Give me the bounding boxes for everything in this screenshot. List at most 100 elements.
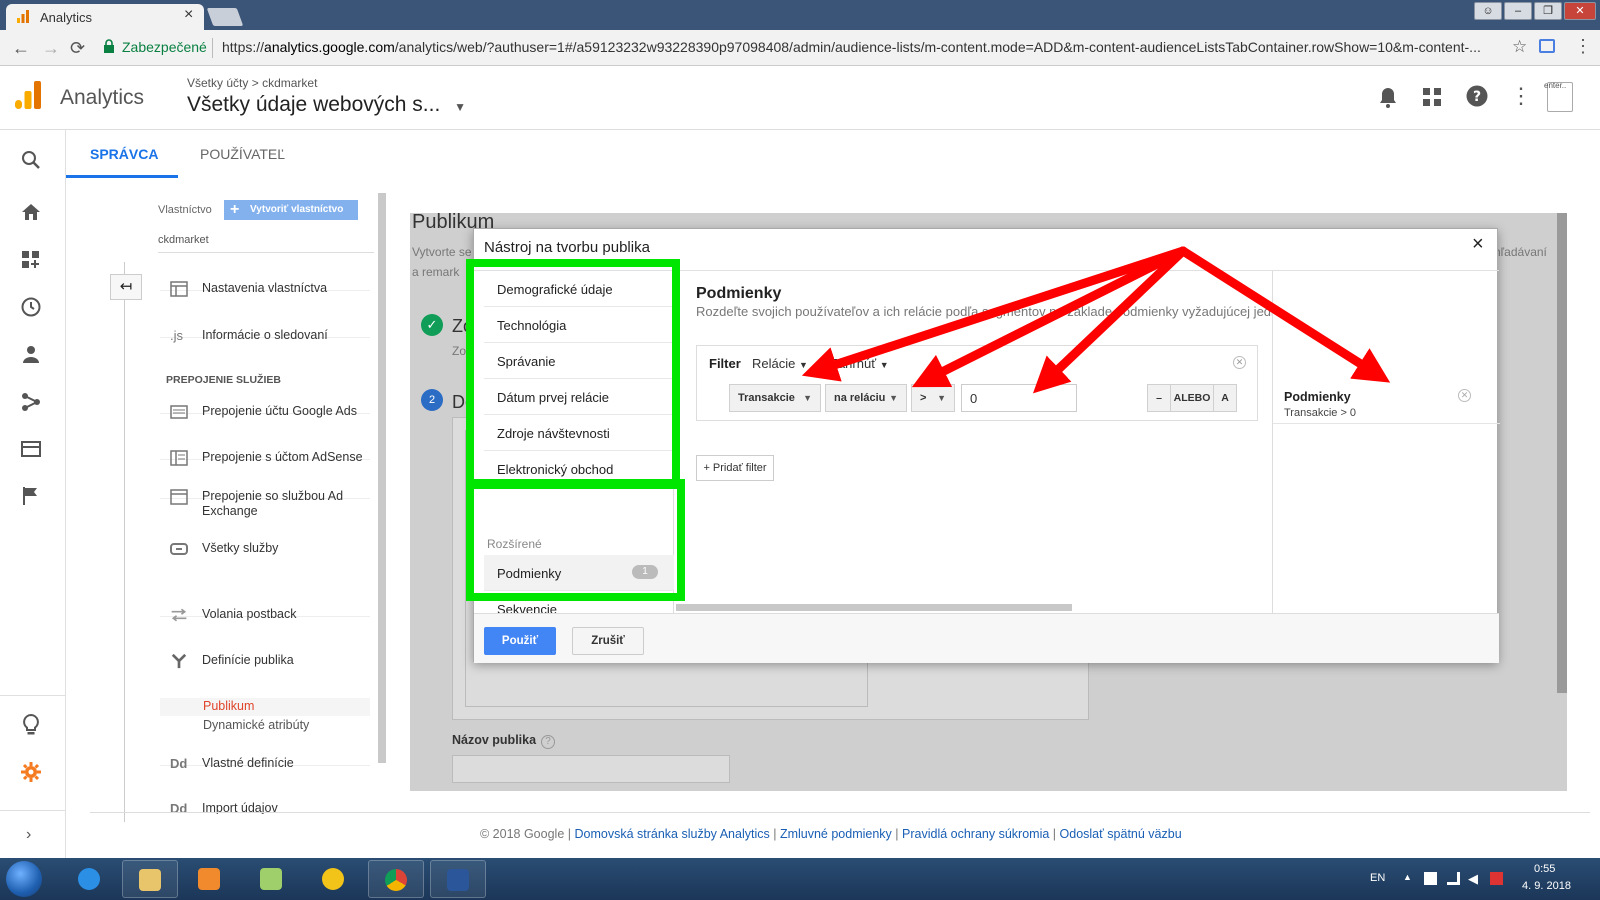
filter-scope-select[interactable]: Relácie ▼: [752, 356, 808, 371]
main-scrollbar[interactable]: [1557, 213, 1567, 693]
create-property-button[interactable]: + Vytvoriť vlastníctvo: [224, 200, 358, 220]
tray-expand-icon[interactable]: ▲: [1403, 872, 1412, 882]
adsense-linking-label: Prepojenie s účtom AdSense: [202, 450, 363, 464]
horizontal-scrollbar[interactable]: [676, 604, 1072, 611]
filter-scope-value: Relácie: [752, 356, 796, 371]
address-separator: [212, 38, 213, 58]
maximize-window-icon[interactable]: ❐: [1534, 2, 1562, 20]
property-label: Vlastníctvo: [158, 204, 212, 216]
chrome-icon[interactable]: [368, 860, 424, 898]
transfer-app-icon[interactable]: [306, 860, 362, 898]
clock-date[interactable]: 4. 9. 2018: [1522, 880, 1571, 892]
tracking-info-item[interactable]: .js Informácie o sledovaní: [160, 328, 370, 343]
new-tab-button[interactable]: [206, 8, 244, 26]
filter-include-select[interactable]: Zahrnúť ▼: [830, 356, 889, 371]
reload-icon[interactable]: ⟳: [70, 38, 85, 59]
remove-filter-icon[interactable]: ✕: [1233, 356, 1246, 369]
clock-time[interactable]: 0:55: [1534, 863, 1555, 875]
apply-button[interactable]: Použiť: [484, 627, 556, 655]
notifications-bell-icon[interactable]: [1378, 86, 1398, 108]
more-vert-icon[interactable]: ⋮: [1510, 83, 1532, 109]
footer-link-privacy[interactable]: Pravidlá ochrany súkromia: [902, 827, 1049, 841]
tab-user[interactable]: POUŽÍVATEĽ: [200, 146, 285, 162]
lightbulb-icon[interactable]: [21, 714, 41, 736]
home-icon[interactable]: [21, 202, 41, 222]
help-icon[interactable]: ?: [1466, 85, 1488, 107]
ie-icon[interactable]: [62, 860, 118, 898]
acquisition-icon[interactable]: [21, 392, 41, 412]
add-filter-button[interactable]: + Pridať filter: [696, 455, 774, 481]
media-player-icon[interactable]: [182, 860, 238, 898]
filter-label: Filter: [709, 356, 741, 371]
dynamic-attributes-sub-item[interactable]: Dynamické atribúty: [203, 718, 309, 732]
metric-select[interactable]: Transakcie ▼: [729, 384, 821, 412]
operator-select[interactable]: > ▼: [911, 384, 955, 412]
security-tray-icon[interactable]: [1490, 872, 1503, 885]
audience-person-icon[interactable]: [21, 344, 41, 364]
help-circle-icon[interactable]: ?: [541, 735, 556, 749]
customization-icon[interactable]: [21, 250, 41, 270]
modal-close-icon[interactable]: ×: [1472, 233, 1484, 256]
explorer-folder-icon[interactable]: [122, 860, 178, 898]
extension-icon[interactable]: [1539, 39, 1555, 53]
browser-menu-icon[interactable]: ⋮: [1574, 36, 1592, 57]
audience-name-input[interactable]: [452, 755, 730, 783]
postbacks-item[interactable]: Volania postback: [160, 607, 370, 622]
audience-definitions-item[interactable]: Definície publika: [160, 653, 370, 669]
conditions-title: Podmienky: [696, 285, 782, 302]
metric-scope-select[interactable]: na reláciu ▼: [825, 384, 907, 412]
url-field[interactable]: https://analytics.google.com/analytics/w…: [222, 39, 1512, 55]
tab-close-icon[interactable]: ×: [184, 6, 193, 24]
footer-link-terms[interactable]: Zmluvné podmienky: [780, 827, 892, 841]
ad-exchange-linking-item[interactable]: Prepojenie so službou Ad Exchange: [160, 489, 370, 518]
behavior-icon[interactable]: [21, 439, 41, 459]
task-manager-icon[interactable]: [244, 860, 300, 898]
adsense-linking-item[interactable]: Prepojenie s účtom AdSense: [160, 450, 370, 466]
or-button[interactable]: ALEBO: [1170, 384, 1214, 412]
search-icon[interactable]: [21, 150, 41, 170]
remove-condition-button[interactable]: –: [1147, 384, 1171, 412]
browser-tab[interactable]: Analytics ×: [6, 4, 204, 30]
tab-admin[interactable]: SPRÁVCA: [90, 146, 158, 162]
all-products-item[interactable]: Všetky služby: [160, 541, 370, 555]
minimize-window-icon[interactable]: –: [1504, 2, 1532, 20]
word-icon[interactable]: [430, 860, 486, 898]
column-vertical-line: [124, 262, 125, 822]
chevron-down-icon: ▼: [937, 393, 946, 403]
audiences-sub-item[interactable]: Publikum: [160, 698, 370, 716]
product-linking-section-title: PREPOJENIE SLUŽIEB: [166, 374, 281, 386]
network-icon[interactable]: [1447, 872, 1460, 885]
condition-value-input[interactable]: 0: [961, 384, 1077, 412]
realtime-clock-icon[interactable]: [21, 297, 41, 317]
back-button[interactable]: ↤: [110, 274, 142, 300]
footer-link-home[interactable]: Domovská stránka služby Analytics: [575, 827, 770, 841]
language-indicator[interactable]: EN: [1370, 872, 1385, 884]
google-ads-linking-item[interactable]: Prepojenie účtu Google Ads: [160, 404, 370, 419]
back-arrow-icon[interactable]: ←: [12, 38, 30, 59]
star-icon[interactable]: ☆: [1512, 37, 1527, 57]
forward-arrow-icon[interactable]: →: [42, 38, 60, 59]
link-chain-icon: [170, 543, 188, 555]
postbacks-label: Volania postback: [202, 607, 297, 621]
profile-window-icon[interactable]: ☺: [1474, 2, 1502, 20]
close-window-icon[interactable]: ✕: [1564, 2, 1596, 20]
windows-start-icon[interactable]: [6, 861, 42, 897]
admin-gear-icon[interactable]: [21, 762, 41, 782]
breadcrumb-all-accounts[interactable]: Všetky účty: [187, 76, 248, 90]
admin-column-scrollbar[interactable]: [378, 193, 386, 763]
volume-icon[interactable]: ◀: [1468, 871, 1478, 887]
url-prefix: https://: [222, 39, 265, 55]
property-settings-item[interactable]: Nastavenia vlastníctva: [160, 281, 370, 297]
and-button[interactable]: A: [1213, 384, 1237, 412]
breadcrumb-account[interactable]: ckdmarket: [262, 76, 317, 90]
expand-chevron-icon[interactable]: ›: [26, 826, 31, 844]
avatar[interactable]: enter..: [1544, 81, 1573, 112]
cancel-button[interactable]: Zrušiť: [572, 627, 644, 655]
summary-remove-icon[interactable]: ✕: [1458, 389, 1471, 402]
view-selector[interactable]: Všetky údaje webových s... ▼: [187, 93, 466, 117]
action-center-flag-icon[interactable]: [1424, 872, 1437, 885]
custom-definitions-item[interactable]: Dd Vlastné definície: [160, 756, 370, 771]
footer-link-feedback[interactable]: Odoslať spätnú väzbu: [1060, 827, 1182, 841]
conversions-flag-icon[interactable]: [21, 486, 41, 506]
apps-grid-icon[interactable]: [1423, 88, 1441, 106]
